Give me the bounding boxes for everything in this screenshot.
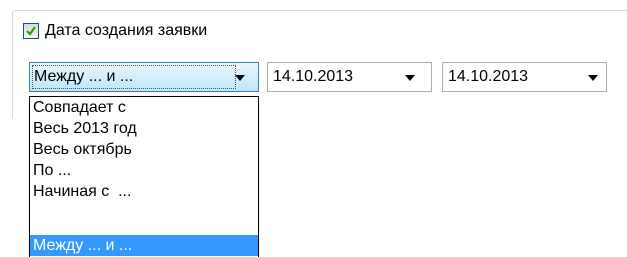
chevron-down-icon[interactable] [588,75,598,81]
checkbox-label[interactable]: Дата создания заявки [45,21,207,41]
date-filter-page: Дата создания заявки Между ... и ... 14.… [0,0,627,257]
range-type-value: Между ... и ... [34,68,134,85]
option-starting-from[interactable]: Начиная с ... [30,181,258,202]
checkmark-icon [26,26,36,36]
option-whole-october[interactable]: Весь октябрь [30,139,258,160]
option-whole-year[interactable]: Весь 2013 год [30,118,258,139]
date-to-value: 14.10.2013 [448,68,529,85]
range-type-combo[interactable]: Между ... и ... [29,62,259,92]
option-between[interactable]: Между ... и ... [30,235,258,256]
chevron-down-icon[interactable] [235,75,245,81]
chevron-down-icon[interactable] [405,75,415,81]
option-until[interactable]: По ... [30,160,258,181]
option-matches[interactable]: Совпадает с [30,97,258,118]
date-to-combo[interactable]: 14.10.2013 [442,62,607,92]
date-from-value: 14.10.2013 [273,68,354,85]
date-from-combo[interactable]: 14.10.2013 [267,62,432,92]
date-created-checkbox[interactable] [23,23,39,39]
range-type-dropdown-list: Совпадает с Весь 2013 год Весь октябрь П… [29,96,259,257]
